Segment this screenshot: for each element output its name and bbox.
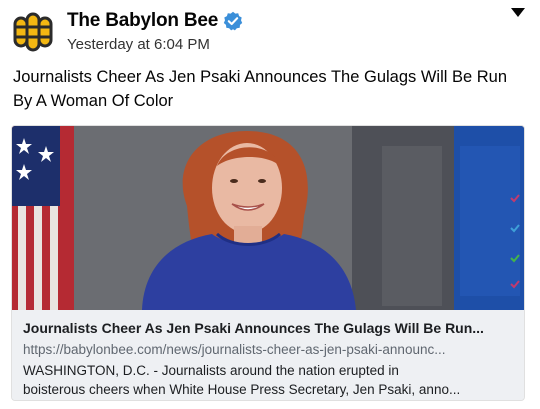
facebook-post: The Babylon Bee Yesterday at 6:04 PM Jou… xyxy=(0,0,540,409)
link-description: WASHINGTON, D.C. - Journalists around th… xyxy=(23,361,515,399)
link-preview-image xyxy=(12,126,524,310)
page-name-row: The Babylon Bee xyxy=(67,10,243,32)
verified-badge-icon xyxy=(223,11,243,31)
post-header: The Babylon Bee Yesterday at 6:04 PM xyxy=(10,8,530,56)
caret-down-icon[interactable] xyxy=(511,8,525,18)
babylon-bee-logo-icon[interactable] xyxy=(12,12,54,52)
link-preview-card[interactable]: Journalists Cheer As Jen Psaki Announces… xyxy=(11,125,525,401)
link-url: https://babylonbee.com/news/journalists-… xyxy=(23,342,446,357)
page-name[interactable]: The Babylon Bee xyxy=(67,10,218,32)
post-timestamp[interactable]: Yesterday at 6:04 PM xyxy=(67,36,210,53)
link-title[interactable]: Journalists Cheer As Jen Psaki Announces… xyxy=(23,318,515,338)
link-preview-meta: Journalists Cheer As Jen Psaki Announces… xyxy=(12,310,524,400)
link-description-line-2: boisterous cheers when White House Press… xyxy=(23,382,461,397)
post-text: Journalists Cheer As Jen Psaki Announces… xyxy=(13,68,508,110)
link-description-line-1: WASHINGTON, D.C. - Journalists around th… xyxy=(23,363,399,378)
